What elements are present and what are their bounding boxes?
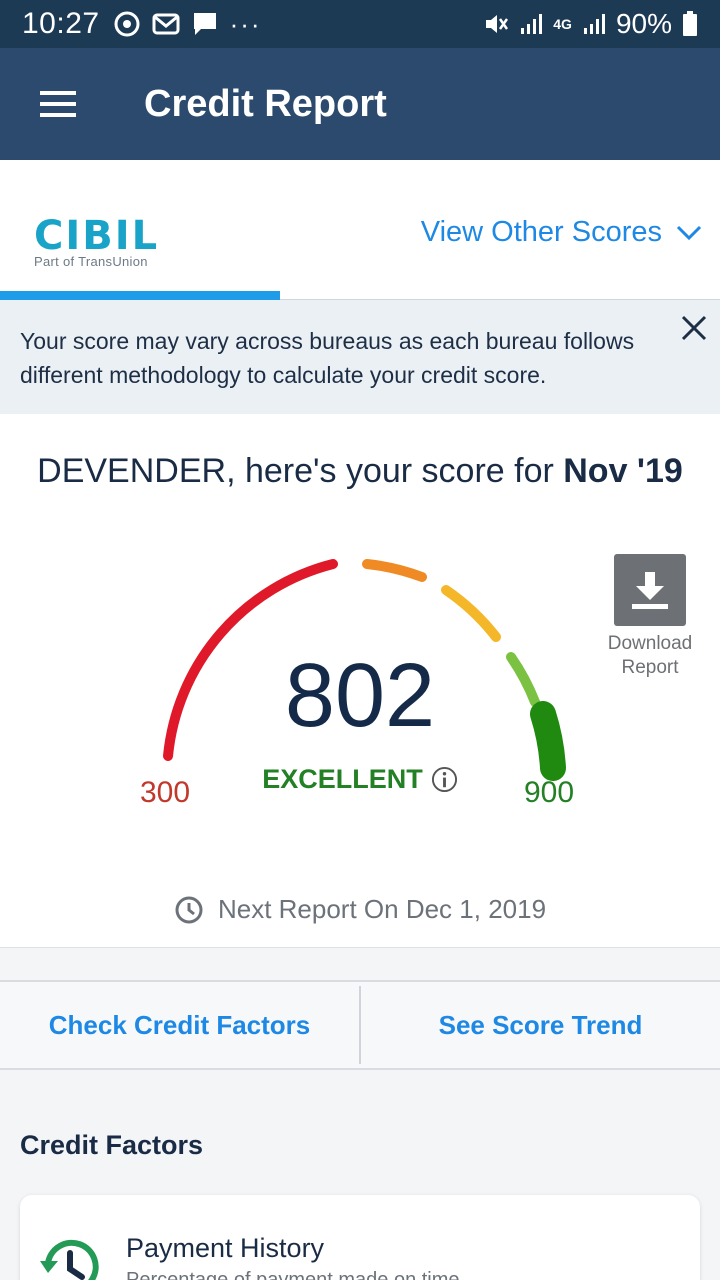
score-month: Nov '19 bbox=[563, 452, 683, 490]
info-icon[interactable] bbox=[431, 766, 458, 793]
factor-card-payment-history[interactable]: Payment History Percentage of payment ma… bbox=[20, 1195, 700, 1280]
download-report-button[interactable]: Download Report bbox=[596, 554, 704, 680]
score-card: DEVENDER, here's your score for Nov '19 … bbox=[0, 414, 720, 948]
credit-factors-title: Credit Factors bbox=[20, 1130, 204, 1160]
score-greeting: DEVENDER, here's your score for Nov '19 bbox=[0, 452, 720, 491]
logo-subtext: Part of TransUnion bbox=[34, 254, 148, 269]
download-icon bbox=[632, 572, 668, 609]
status-bar: 10:27 ··· 4G 90% bbox=[0, 0, 720, 48]
factor-description: Percentage of payment made on time bbox=[126, 1269, 460, 1280]
chrome-icon bbox=[114, 11, 140, 37]
clock-icon bbox=[175, 896, 203, 923]
battery-icon bbox=[683, 11, 697, 36]
gauge-segment-fair bbox=[362, 559, 427, 582]
hamburger-menu-icon bbox=[40, 91, 76, 117]
bureau-selector: CIBIL Part of TransUnion View Other Scor… bbox=[0, 160, 720, 300]
signal-icon bbox=[521, 14, 543, 34]
gauge-segment-very-good bbox=[506, 652, 540, 707]
credit-score-value: 802 bbox=[284, 646, 436, 746]
chevron-down-icon bbox=[676, 225, 702, 240]
next-report-text: Next Report On Dec 1, 2019 bbox=[217, 894, 547, 924]
score-min: 300 bbox=[140, 776, 191, 809]
see-score-trend-button[interactable]: See Score Trend bbox=[361, 982, 720, 1068]
view-other-scores-label: View Other Scores bbox=[420, 216, 662, 248]
score-max: 900 bbox=[524, 776, 575, 809]
notification-icons: ··· bbox=[114, 9, 262, 40]
app-bar: Credit Report bbox=[0, 48, 720, 160]
signal-icon-2 bbox=[583, 14, 605, 34]
score-actions: Check Credit Factors See Score Trend bbox=[0, 980, 720, 1070]
chat-icon bbox=[193, 13, 216, 35]
gauge-segment-good bbox=[441, 585, 501, 642]
active-tab-indicator bbox=[0, 291, 280, 300]
gauge-segment-excellent bbox=[530, 701, 566, 781]
view-other-scores-button[interactable]: View Other Scores bbox=[421, 216, 702, 249]
status-time: 10:27 bbox=[22, 7, 100, 40]
menu-button[interactable] bbox=[28, 74, 88, 134]
download-box bbox=[614, 554, 686, 626]
system-icons: 4G 90% bbox=[483, 8, 698, 40]
mute-icon bbox=[486, 15, 509, 33]
battery-percent: 90% bbox=[615, 8, 672, 39]
rating-label: EXCELLENT bbox=[262, 764, 423, 794]
cibil-logo[interactable]: CIBIL Part of TransUnion bbox=[34, 216, 159, 269]
download-label-1: Download bbox=[607, 633, 693, 654]
mail-icon bbox=[152, 13, 180, 35]
download-label-2: Report bbox=[621, 657, 679, 678]
next-report-info: Next Report On Dec 1, 2019 bbox=[0, 894, 720, 925]
more-notifications-icon: ··· bbox=[229, 8, 262, 39]
greeting-prefix: DEVENDER, here's your score for bbox=[37, 452, 564, 490]
network-type: 4G bbox=[553, 16, 572, 32]
page-title: Credit Report bbox=[144, 82, 387, 125]
close-notice-button[interactable] bbox=[674, 308, 714, 348]
notice-text: Your score may vary across bureaus as ea… bbox=[20, 328, 635, 388]
check-credit-factors-button[interactable]: Check Credit Factors bbox=[0, 982, 359, 1068]
score-rating: EXCELLENT bbox=[230, 764, 490, 795]
factor-title: Payment History bbox=[126, 1233, 325, 1263]
logo-text: CIBIL bbox=[34, 213, 160, 259]
close-icon bbox=[681, 315, 707, 341]
score-variance-notice: Your score may vary across bureaus as ea… bbox=[0, 300, 720, 414]
history-icon bbox=[40, 1239, 99, 1280]
